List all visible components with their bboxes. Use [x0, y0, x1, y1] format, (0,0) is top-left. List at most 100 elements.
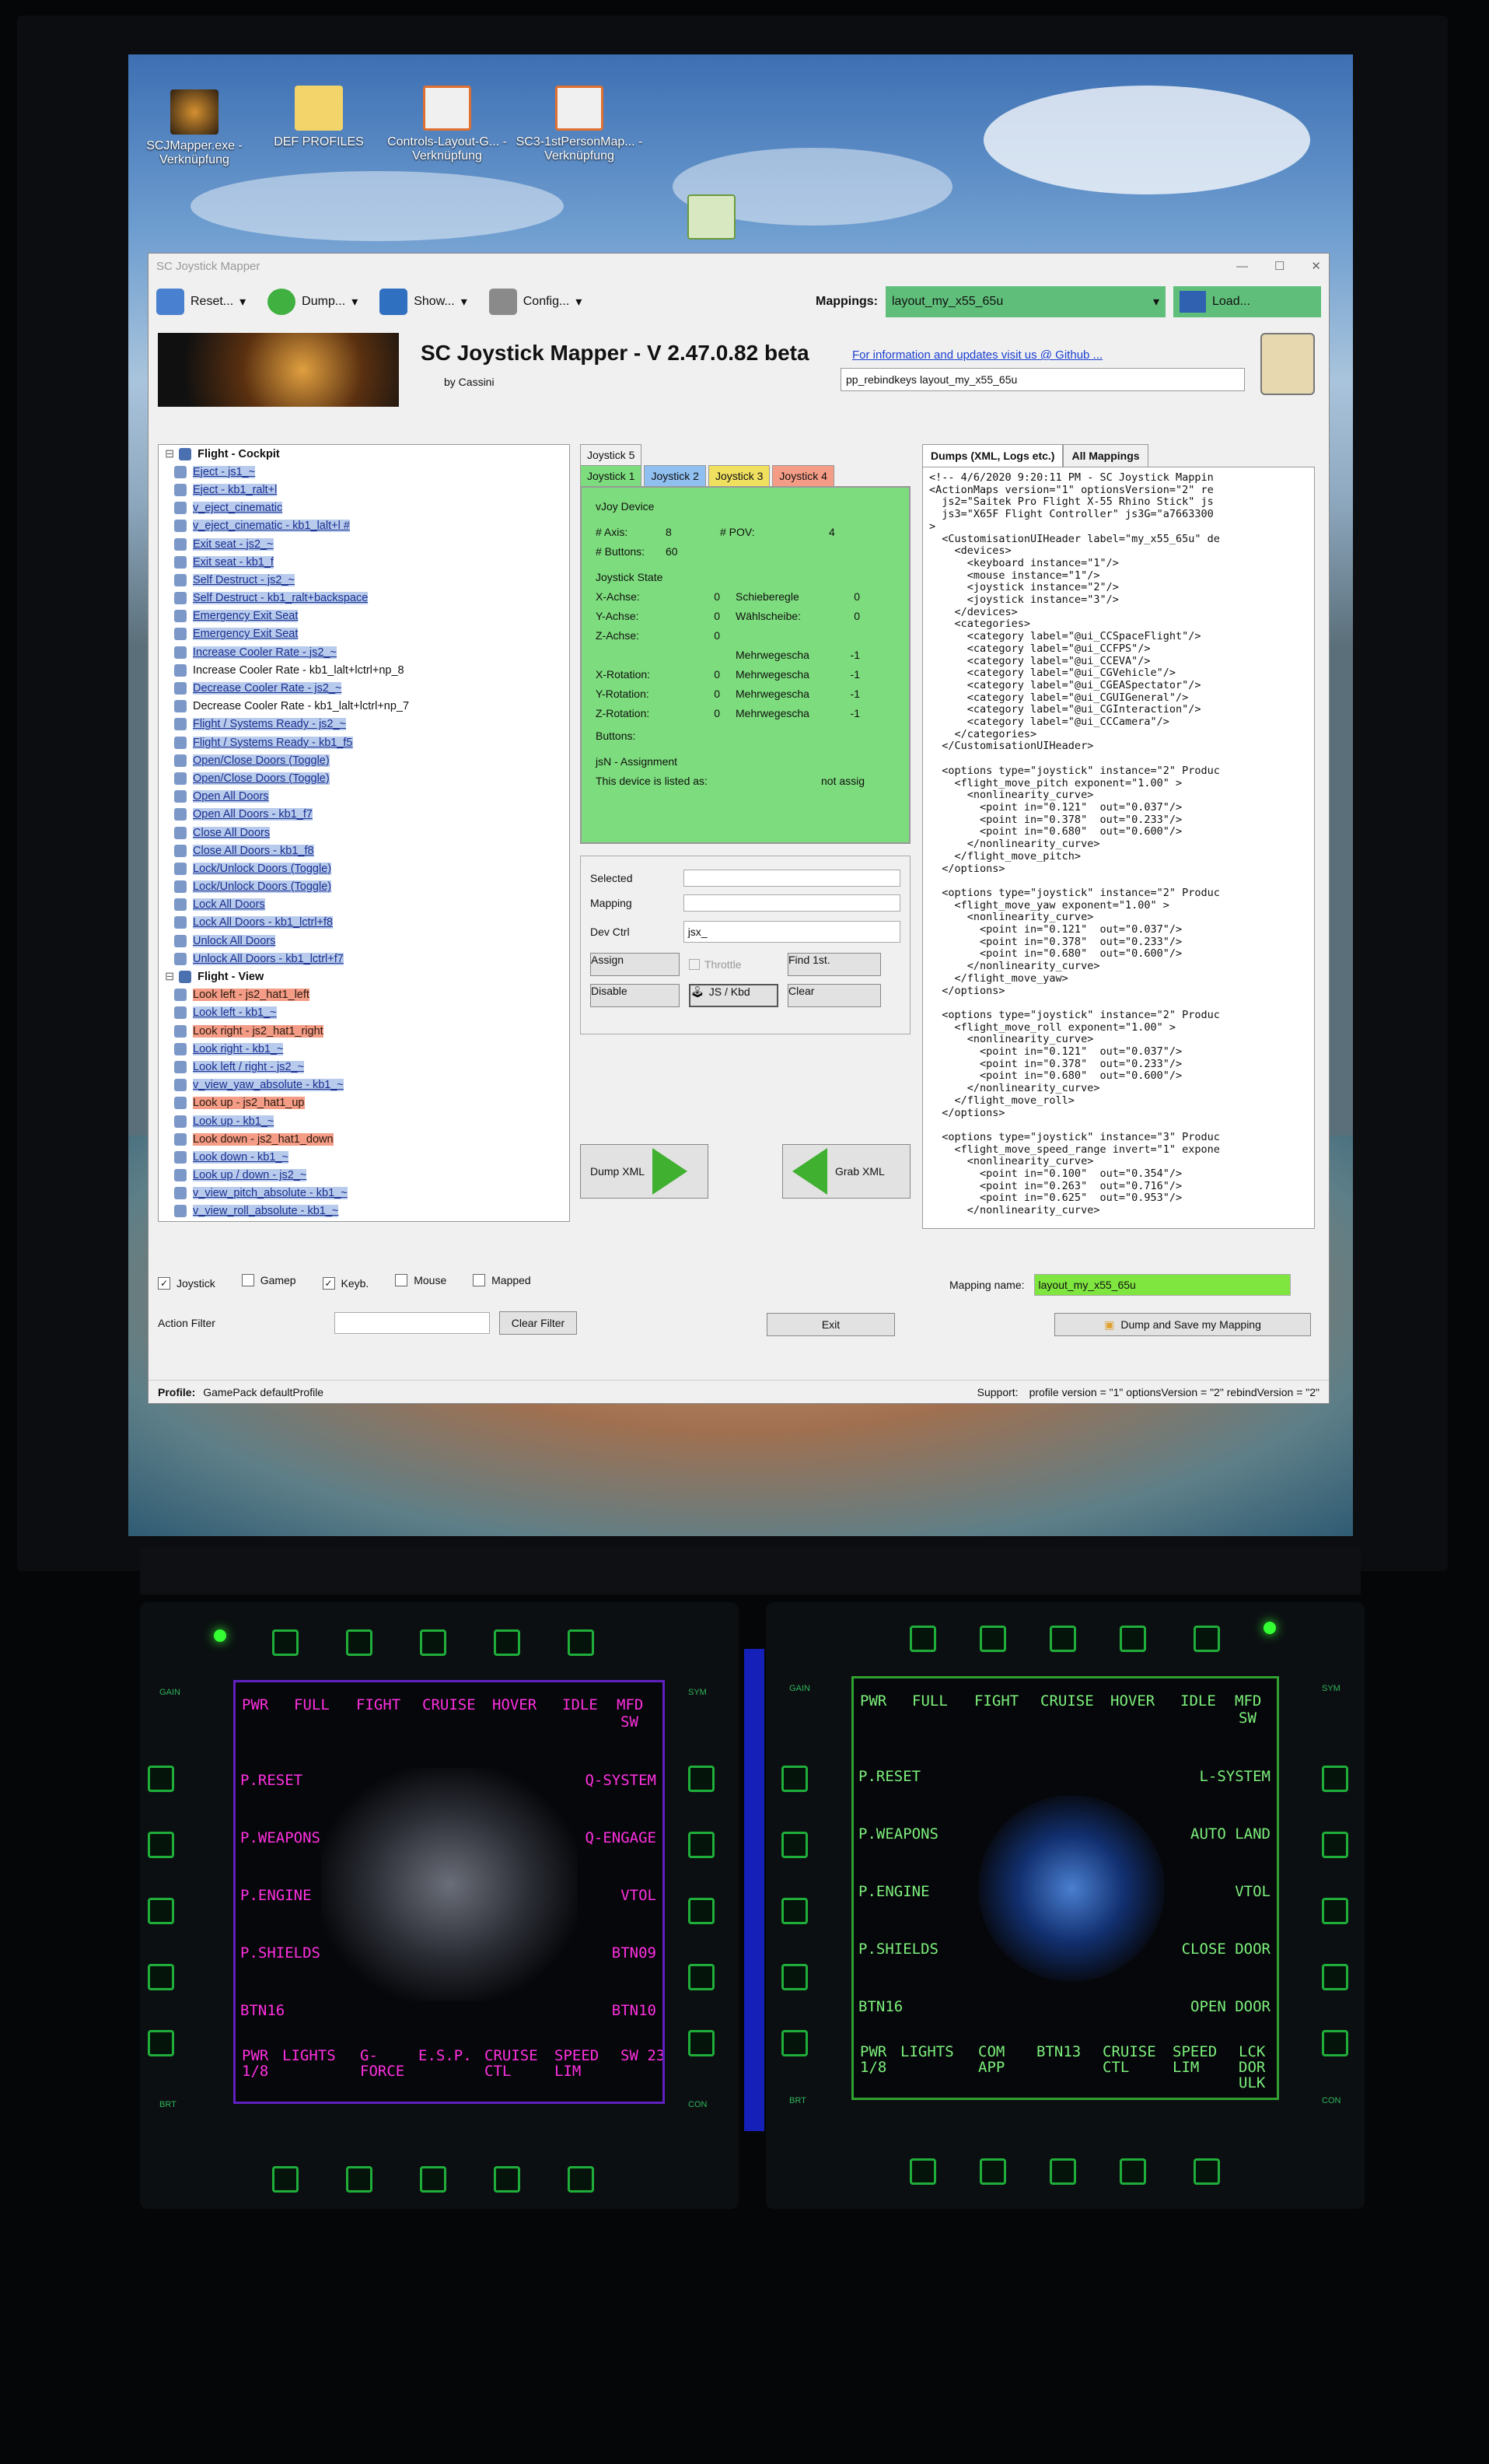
tree-action-item[interactable]: Open/Close Doors (Toggle) — [159, 751, 569, 769]
mouse-filter-checkbox[interactable]: Mouse — [395, 1274, 446, 1286]
throttle-checkbox[interactable]: Throttle — [689, 958, 778, 971]
tree-action-item[interactable]: Open/Close Doors (Toggle) — [159, 769, 569, 787]
tree-action-item[interactable]: Look down - kb1_~ — [159, 1148, 569, 1166]
minimize-icon[interactable]: — — [1236, 260, 1248, 273]
tree-action-item[interactable]: Emergency Exit Seat — [159, 625, 569, 643]
tab-joystick-4[interactable]: Joystick 4 — [772, 465, 834, 486]
dump-xml-button[interactable]: Dump XML — [580, 1144, 708, 1199]
mappings-dropdown[interactable]: layout_my_x55_65u ▾ — [886, 286, 1166, 317]
xml-text[interactable]: <!-- 4/6/2020 9:20:11 PM - SC Joystick M… — [922, 467, 1315, 1229]
mfd-hardware-button[interactable] — [688, 1766, 715, 1792]
mfd-hardware-button[interactable] — [1322, 1766, 1348, 1792]
tree-action-item[interactable]: Lock/Unlock Doors (Toggle) — [159, 859, 569, 877]
tree-group[interactable]: ⊟ Flight - View — [159, 968, 569, 985]
tree-action-item[interactable]: v_eject_cinematic - kb1_lalt+l # — [159, 517, 569, 535]
mfd-hardware-button[interactable] — [980, 2158, 1006, 2185]
tree-action-item[interactable]: Look up - kb1_~ — [159, 1112, 569, 1130]
mfd-hardware-button[interactable] — [148, 1898, 174, 1924]
collapse-icon[interactable]: ⊟ — [165, 448, 174, 460]
tree-action-item[interactable]: Flight / Systems Ready - kb1_f5 — [159, 733, 569, 751]
mfd-hardware-button[interactable] — [1120, 2158, 1146, 2185]
mfd-hardware-button[interactable] — [420, 2166, 446, 2193]
tree-action-item[interactable]: Look up - js2_hat1_up — [159, 1094, 569, 1112]
mfd-hardware-button[interactable] — [781, 1898, 808, 1924]
tree-action-item[interactable]: Lock All Doors - kb1_lctrl+f8 — [159, 914, 569, 932]
tree-group[interactable]: ⊟ Flight - Cockpit — [159, 445, 569, 463]
clear-button[interactable]: Clear — [788, 984, 881, 1007]
tree-action-item[interactable]: Decrease Cooler Rate - kb1_lalt+lctrl+np… — [159, 698, 569, 716]
mfd-hardware-button[interactable] — [1194, 1626, 1220, 1652]
tree-action-item[interactable]: v_view_yaw_absolute - kb1_~ — [159, 1076, 569, 1094]
tab-joystick-5[interactable]: Joystick 5 — [580, 444, 642, 465]
mfd-hardware-button[interactable] — [420, 1629, 446, 1656]
tree-action-item[interactable]: v_view_roll_absolute - kb1_~ — [159, 1202, 569, 1220]
tree-action-item[interactable]: Increase Cooler Rate - kb1_lalt+lctrl+np… — [159, 661, 569, 679]
action-tree[interactable]: ⊟ Flight - Cockpit Eject - js1_~ Eject - kb… — [158, 444, 570, 1222]
maximize-icon[interactable]: ☐ — [1274, 259, 1285, 273]
tree-action-item[interactable]: Look up / down - js2_~ — [159, 1167, 569, 1185]
tree-action-item[interactable]: Look right - js2_hat1_right — [159, 1022, 569, 1040]
mfd-hardware-button[interactable] — [1050, 2158, 1076, 2185]
tree-action-item[interactable]: Cycle camera view - js3_button21 — [159, 1220, 569, 1221]
tab-joystick-1[interactable]: Joystick 1 — [580, 465, 642, 486]
keyboard-filter-checkbox[interactable]: ✓ Keyb. — [322, 1277, 369, 1290]
mfd-hardware-button[interactable] — [272, 2166, 299, 2193]
mfd-hardware-button[interactable] — [494, 2166, 520, 2193]
exit-button[interactable]: Exit — [767, 1313, 895, 1336]
tree-action-item[interactable]: Look down - js2_hat1_down — [159, 1130, 569, 1148]
dump-save-button[interactable]: ▣ Dump and Save my Mapping — [1054, 1313, 1311, 1336]
desktop-icon-firstperson-map[interactable]: SC3-1stPersonMap... - Verknüpfung — [509, 86, 649, 163]
action-filter-input[interactable] — [334, 1312, 490, 1334]
desktop-icon-notepad[interactable] — [641, 194, 781, 244]
tree-action-item[interactable]: Self Destruct - kb1_ralt+backspace — [159, 590, 569, 607]
mfd-hardware-button[interactable] — [781, 1766, 808, 1792]
tree-action-item[interactable]: Unlock All Doors — [159, 932, 569, 950]
mapping-name-input[interactable]: layout_my_x55_65u — [1033, 1274, 1291, 1296]
mfd-hardware-button[interactable] — [781, 1832, 808, 1858]
disable-button[interactable]: Disable — [590, 984, 680, 1007]
mfd-hardware-button[interactable] — [781, 2030, 808, 2056]
dump-button[interactable]: Dump... ▾ — [267, 289, 358, 315]
mfd-hardware-button[interactable] — [910, 2158, 936, 2185]
mfd-hardware-button[interactable] — [1050, 1626, 1076, 1652]
mfd-hardware-button[interactable] — [1322, 2030, 1348, 2056]
grab-xml-button[interactable]: Grab XML — [782, 1144, 911, 1199]
github-link[interactable]: For information and updates visit us @ G… — [852, 348, 1103, 362]
mfd-hardware-button[interactable] — [688, 1898, 715, 1924]
clear-filter-button[interactable]: Clear Filter — [499, 1311, 577, 1335]
mfd-hardware-button[interactable] — [1322, 1832, 1348, 1858]
mfd-hardware-button[interactable] — [148, 1766, 174, 1792]
tree-action-item[interactable]: Look left / right - js2_~ — [159, 1058, 569, 1076]
tree-action-item[interactable]: Close All Doors - kb1_f8 — [159, 842, 569, 859]
tab-all-mappings[interactable]: All Mappings — [1063, 444, 1148, 467]
tree-action-item[interactable]: Flight / Systems Ready - js2_~ — [159, 716, 569, 733]
tree-action-item[interactable]: Eject - js1_~ — [159, 463, 569, 481]
tab-joystick-2[interactable]: Joystick 2 — [644, 465, 706, 486]
tree-action-item[interactable]: Look right - kb1_~ — [159, 1040, 569, 1058]
tree-action-item[interactable]: Self Destruct - js2_~ — [159, 571, 569, 589]
mfd-hardware-button[interactable] — [346, 1629, 372, 1656]
tree-action-item[interactable]: Lock/Unlock Doors (Toggle) — [159, 878, 569, 896]
mfd-hardware-button[interactable] — [494, 1629, 520, 1656]
tree-action-item[interactable]: Open All Doors - kb1_f7 — [159, 806, 569, 824]
tree-action-item[interactable]: Exit seat - js2_~ — [159, 535, 569, 553]
mfd-hardware-button[interactable] — [346, 2166, 372, 2193]
mfd-hardware-button[interactable] — [688, 2030, 715, 2056]
mfd-hardware-button[interactable] — [688, 1964, 715, 1990]
mfd-hardware-button[interactable] — [568, 1629, 594, 1656]
tree-action-item[interactable]: Exit seat - kb1_f — [159, 553, 569, 571]
tree-action-item[interactable]: Emergency Exit Seat — [159, 607, 569, 625]
tree-action-item[interactable]: v_eject_cinematic — [159, 499, 569, 517]
tree-action-item[interactable]: v_view_pitch_absolute - kb1_~ — [159, 1185, 569, 1202]
mfd-hardware-button[interactable] — [781, 1964, 808, 1990]
rebind-field[interactable]: pp_rebindkeys layout_my_x55_65u — [841, 368, 1245, 391]
mfd-hardware-button[interactable] — [910, 1626, 936, 1652]
mfd-hardware-button[interactable] — [148, 2030, 174, 2056]
tree-action-item[interactable]: Look left - js2_hat1_left — [159, 986, 569, 1004]
tree-action-item[interactable]: Look left - kb1_~ — [159, 1004, 569, 1022]
reset-button[interactable]: Reset... ▾ — [156, 289, 246, 315]
js-kbd-button[interactable]: 🕹 JS / Kbd — [689, 984, 778, 1007]
clipboard-icon[interactable] — [1260, 333, 1315, 395]
tab-joystick-3[interactable]: Joystick 3 — [708, 465, 771, 486]
mfd-hardware-button[interactable] — [688, 1832, 715, 1858]
